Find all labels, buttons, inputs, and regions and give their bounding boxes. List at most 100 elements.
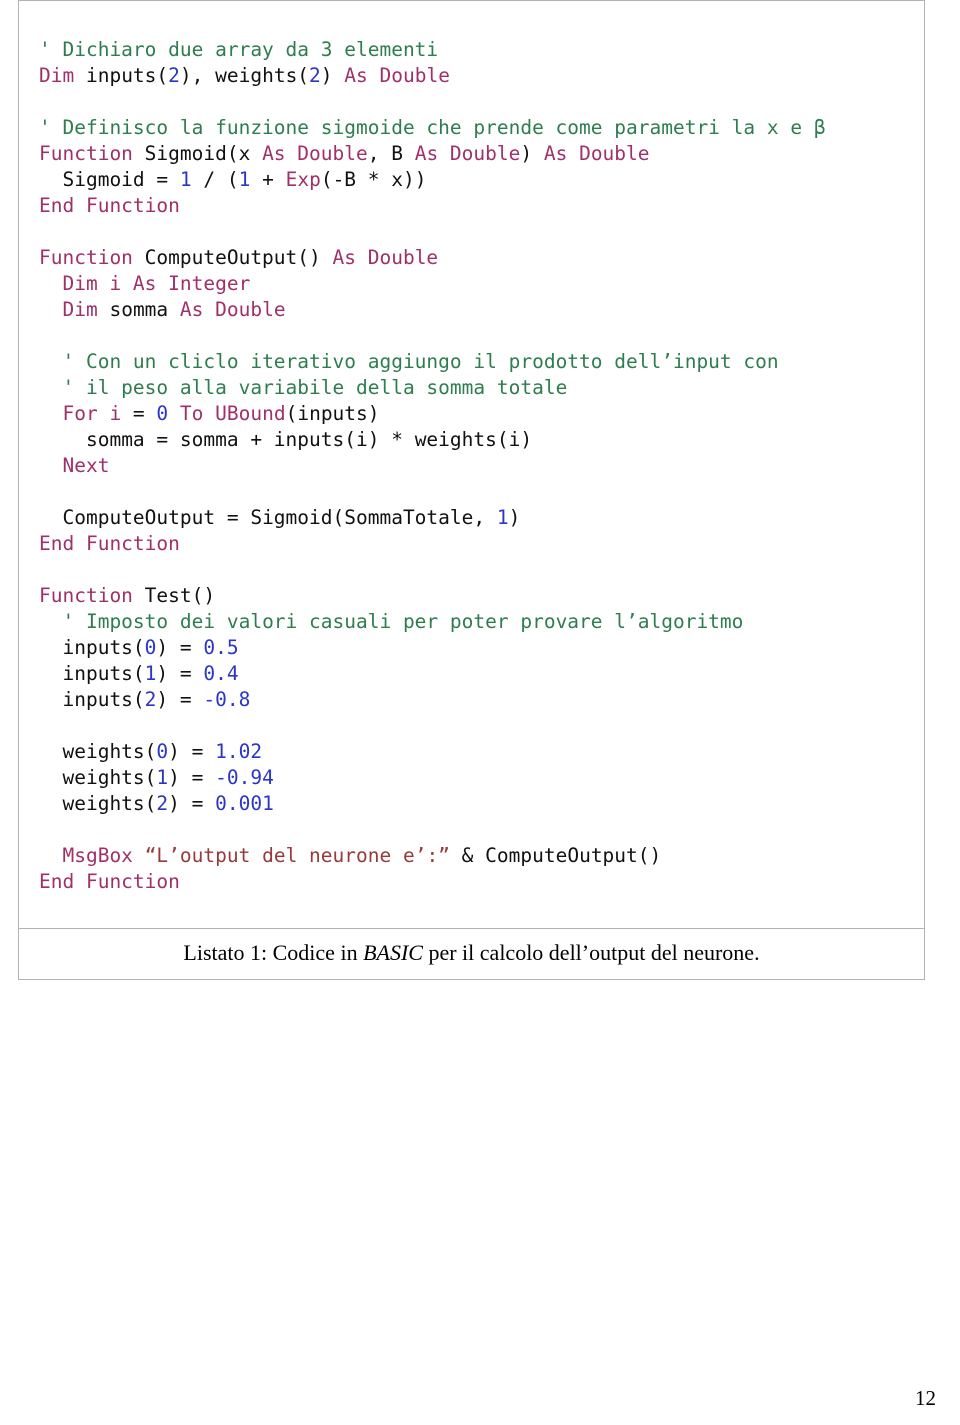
code-token-id: inputs(: [62, 635, 145, 659]
code-listing-cell: ' Dichiaro due array da 3 elementi Dim in…: [18, 0, 925, 929]
code-token-kw: End Function: [39, 193, 180, 217]
code-token-id: ) =: [156, 687, 204, 711]
code-token-num: -0.8: [203, 687, 251, 711]
code-token-kw: As Double: [344, 63, 450, 87]
code-line: Function Test(): [39, 583, 924, 609]
code-token-kw: Dim i As Integer: [62, 271, 251, 295]
code-token-num: 2: [144, 687, 157, 711]
code-token-id: =: [121, 401, 157, 425]
code-line: ' Imposto dei valori casuali per poter p…: [39, 609, 924, 635]
code-token-cmt: ' Dichiaro due array da 3 elementi: [39, 37, 439, 61]
code-token-num: 1: [496, 505, 509, 529]
code-token-id: ) =: [168, 791, 216, 815]
code-listing-row: ' Dichiaro due array da 3 elementi Dim in…: [18, 0, 925, 929]
code-token-kw: Function: [39, 245, 133, 269]
code-token-id: Sigmoid =: [62, 167, 180, 191]
code-token-id: inputs(: [74, 63, 169, 87]
code-token-id: inputs(: [62, 687, 145, 711]
code-token-id: somma = somma + inputs(i) * weights(i): [85, 427, 533, 451]
code-token-id: +: [250, 167, 286, 191]
code-line: ' Dichiaro due array da 3 elementi: [39, 37, 924, 63]
code-listing-table: ' Dichiaro due array da 3 elementi Dim in…: [18, 0, 925, 980]
code-token-kw: As Double: [543, 141, 650, 165]
code-line: ComputeOutput = Sigmoid(SommaTotale, 1): [39, 505, 924, 531]
code-line: End Function: [39, 869, 924, 895]
code-line: inputs(1) = 0.4: [39, 661, 924, 687]
code-token-kw: End Function: [39, 869, 180, 893]
code-token-id: (-B * x)): [320, 167, 427, 191]
code-token-kw: For i: [62, 401, 122, 425]
code-token-str: “L’output del neurone e’:”: [144, 843, 450, 867]
code-token-id: Sigmoid(x: [132, 141, 263, 165]
code-token-id: , B: [367, 141, 415, 165]
code-line: Dim inputs(2), weights(2) As Double: [39, 63, 924, 89]
code-token-id: ComputeOutput(): [132, 245, 333, 269]
code-token-num: -0.94: [215, 765, 274, 789]
code-token-id: / (: [191, 167, 239, 191]
code-line: End Function: [39, 193, 924, 219]
code-token-id: ), weights(: [179, 63, 310, 87]
code-token-kw: As Double: [179, 297, 286, 321]
code-token-id: ComputeOutput = Sigmoid(SommaTotale,: [62, 505, 497, 529]
code-token-kw: End Function: [39, 531, 180, 555]
code-token-id: & ComputeOutput(): [449, 843, 662, 867]
code-line: inputs(2) = -0.8: [39, 687, 924, 713]
code-token-cmt: ' Definisco la funzione sigmoide che pre…: [39, 115, 826, 139]
listing-caption: Listato 1: Codice in BASIC per il calcol…: [183, 940, 759, 965]
code-token-id: ) =: [168, 765, 216, 789]
code-token-num: 2: [309, 63, 321, 87]
code-token-id: ): [320, 63, 345, 87]
code-token-cmt: ' Imposto dei valori casuali per poter p…: [62, 609, 744, 633]
code-line: Function Sigmoid(x As Double, B As Doubl…: [39, 141, 924, 167]
code-line: For i = 0 To UBound(inputs): [39, 401, 924, 427]
code-line: End Function: [39, 531, 924, 557]
code-line: somma = somma + inputs(i) * weights(i): [39, 427, 924, 453]
code-token-kw: As Double: [262, 141, 368, 165]
code-token-id: ) =: [156, 635, 204, 659]
code-token-id: somma: [97, 297, 180, 321]
code-line: weights(2) = 0.001: [39, 791, 924, 817]
code-token-id: [168, 402, 180, 425]
code-token-num: 2: [168, 63, 180, 87]
code-line: ' il peso alla variabile della somma tot…: [39, 375, 924, 401]
code-token-id: ): [508, 505, 521, 529]
code-token-kw: Exp: [285, 167, 321, 191]
code-line: Next: [39, 453, 924, 479]
code-token-num: 0.5: [203, 635, 239, 659]
code-token-kw: Function: [39, 141, 133, 165]
code-token-num: 1: [179, 167, 192, 191]
code-token-id: ) =: [156, 661, 204, 685]
caption-suffix: per il calcolo dell’output del neurone.: [422, 939, 760, 965]
code-line: weights(0) = 1.02: [39, 739, 924, 765]
code-token-num: 0.4: [203, 661, 239, 685]
code-line: MsgBox “L’output del neurone e’:” & Comp…: [39, 843, 924, 869]
code-token-id: ) =: [168, 739, 216, 763]
code-token-kw: MsgBox: [62, 843, 133, 867]
code-token-kw: Dim: [39, 63, 75, 87]
code-token-num: 1: [144, 661, 157, 685]
code-token-id: ): [520, 141, 544, 165]
code-token-id: weights(: [62, 791, 157, 815]
code-line: Sigmoid = 1 / (1 + Exp(-B * x)): [39, 167, 924, 193]
code-token-id: inputs(: [62, 661, 145, 685]
code-token-cmt: ' il peso alla variabile della somma tot…: [62, 375, 568, 399]
page-number: 12: [915, 1386, 936, 1410]
basic-source-code: ' Dichiaro due array da 3 elementi Dim in…: [19, 37, 924, 895]
code-token-num: 2: [156, 791, 169, 815]
code-token-id: weights(: [62, 739, 157, 763]
code-token-id: [133, 844, 145, 867]
code-token-kw: Dim: [62, 297, 98, 321]
code-token-id: weights(: [62, 765, 157, 789]
code-token-num: 1: [238, 167, 251, 191]
caption-row: Listato 1: Codice in BASIC per il calcol…: [18, 928, 925, 980]
code-token-num: 1.02: [215, 739, 263, 763]
code-line: Function ComputeOutput() As Double: [39, 245, 924, 271]
code-token-kw: As Double: [332, 245, 439, 269]
code-token-num: 0: [156, 739, 169, 763]
